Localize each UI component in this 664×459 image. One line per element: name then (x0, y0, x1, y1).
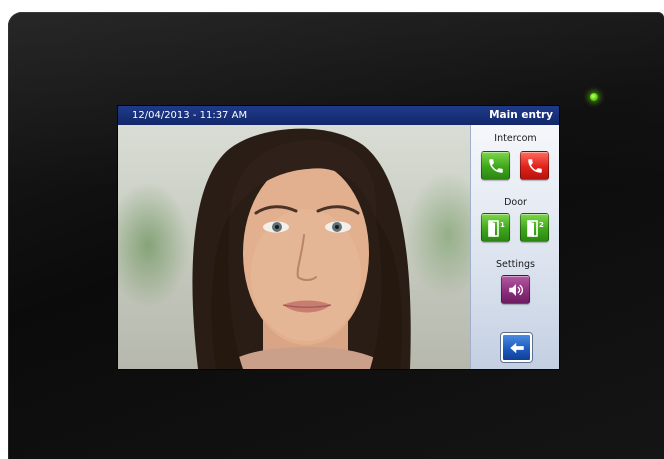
back-button[interactable] (501, 333, 532, 362)
camera-view (118, 125, 470, 369)
settings-label: Settings (496, 259, 535, 270)
status-bar: 12/04/2013 - 11:37 AM Main entry (118, 106, 559, 125)
hang-up-button[interactable] (520, 151, 549, 180)
open-door-1-button[interactable]: 1 (481, 213, 510, 242)
door-open-icon: 1 (487, 219, 505, 237)
back-arrow-icon (509, 342, 524, 353)
answer-call-button[interactable] (481, 151, 510, 180)
touch-screen: 12/04/2013 - 11:37 AM Main entry Interco… (118, 106, 559, 369)
status-led (590, 93, 598, 101)
door-label: Door (504, 197, 527, 208)
intercom-label: Intercom (494, 133, 537, 144)
speaker-volume-icon (508, 283, 523, 296)
door-1-number: 1 (500, 221, 505, 229)
phone-answer-icon (488, 158, 503, 173)
door-2-number: 2 (539, 221, 544, 229)
control-panel: Intercom Door 1 2 Settings (470, 125, 559, 369)
volume-settings-button[interactable] (501, 275, 530, 304)
phone-hangup-icon (527, 158, 542, 173)
visitor-video-feed (192, 128, 411, 369)
open-door-2-button[interactable]: 2 (520, 213, 549, 242)
date-time: 12/04/2013 - 11:37 AM (132, 110, 248, 121)
door-open-icon: 2 (526, 219, 544, 237)
entry-location: Main entry (489, 109, 553, 121)
